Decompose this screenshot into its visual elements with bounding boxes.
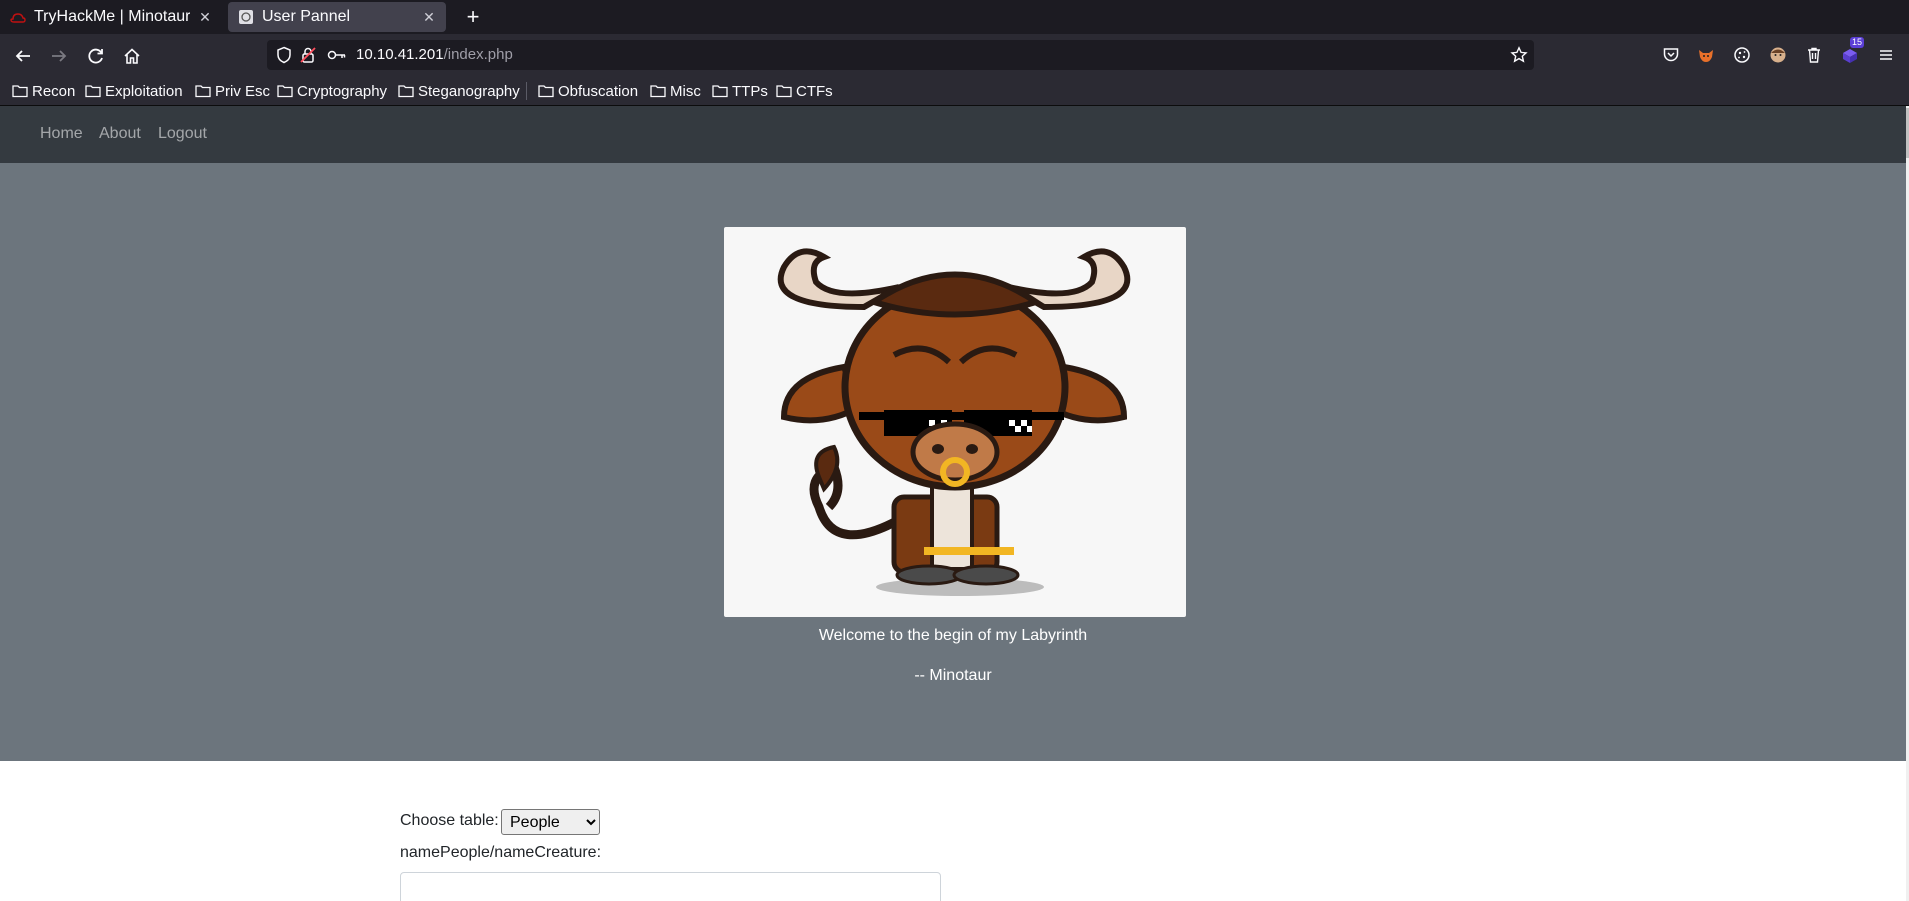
pocket-button[interactable]	[1659, 43, 1683, 67]
fox-extension-icon	[1699, 50, 1713, 62]
nav-link-home[interactable]: Home	[40, 125, 83, 143]
bookmark-label: Steganography	[418, 82, 520, 100]
bookmark-folder-exploitation[interactable]: Exploitation	[85, 81, 183, 101]
forward-arrow-icon	[52, 50, 67, 62]
nav-link-logout[interactable]: Logout	[158, 125, 207, 143]
bookmark-folder-cryptography[interactable]: Cryptography	[277, 81, 387, 101]
extension-avatar-button[interactable]	[1766, 43, 1790, 67]
folder-icon	[398, 85, 414, 98]
trash-icon	[1808, 47, 1820, 63]
folder-icon	[712, 85, 728, 98]
bookmark-folder-ctfs[interactable]: CTFs	[776, 81, 833, 101]
browser-toolbar: 10.10.41.201/index.php 15	[0, 34, 1909, 76]
bookmark-folder-obfuscation[interactable]: Obfuscation	[538, 81, 638, 101]
tryhackme-favicon-icon	[10, 13, 26, 23]
folder-icon	[12, 85, 28, 98]
back-button[interactable]	[9, 42, 37, 70]
url-path: /index.php	[443, 46, 513, 63]
minotaur-illustration	[777, 248, 1131, 596]
extension-trash-button[interactable]	[1802, 43, 1826, 67]
nav-link-about[interactable]: About	[99, 125, 141, 143]
hero-section: Welcome to the begin of my Labyrinth -- …	[0, 163, 1906, 761]
insecure-lock-icon[interactable]	[299, 46, 317, 64]
back-arrow-icon	[15, 50, 30, 62]
tab-user-pannel[interactable]: User Pannel ✕	[228, 2, 446, 32]
folder-icon	[195, 85, 211, 98]
bookmark-separator	[526, 82, 527, 100]
home-button[interactable]	[118, 42, 146, 70]
extension-foxyproxy-button[interactable]	[1694, 43, 1718, 67]
tab-title: TryHackMe | Minotaur's Labyrinth	[34, 8, 190, 25]
bookmark-label: Misc	[670, 82, 701, 100]
bookmark-label: Recon	[32, 82, 76, 100]
folder-icon	[650, 85, 666, 98]
folder-icon	[776, 85, 792, 98]
home-icon	[124, 48, 140, 64]
extension-count-badge: 15	[1850, 37, 1865, 48]
signature-text: -- Minotaur	[914, 667, 992, 684]
extension-cookie-button[interactable]	[1730, 43, 1754, 67]
bookmark-folder-steganography[interactable]: Steganography	[398, 81, 520, 101]
extension-badge-button[interactable]: 15	[1838, 37, 1865, 67]
bookmark-label: Obfuscation	[558, 82, 639, 100]
page-content: Home About Logout Welcome to the begin o…	[0, 106, 1909, 901]
bookmark-label: TTPs	[732, 82, 768, 100]
cube-extension-icon	[1843, 49, 1857, 63]
bookmarks-toolbar: Recon Exploitation Priv Esc Cryptography…	[0, 76, 1909, 106]
minotaur-image	[724, 227, 1186, 617]
forward-button[interactable]	[45, 42, 73, 70]
name-input[interactable]	[400, 872, 941, 901]
reload-button[interactable]	[82, 42, 110, 70]
folder-icon	[85, 85, 101, 98]
new-tab-button[interactable]: +	[459, 3, 487, 31]
bookmark-folder-misc[interactable]: Misc	[650, 81, 701, 101]
bookmark-folder-priv-esc[interactable]: Priv Esc	[195, 81, 270, 101]
bookmark-label: Priv Esc	[215, 82, 271, 100]
url-host: 10.10.41.201	[356, 46, 444, 63]
face-extension-icon	[1770, 47, 1786, 63]
bookmark-star-icon[interactable]	[1510, 46, 1528, 64]
tab-tryhackme[interactable]: TryHackMe | Minotaur's Labyrinth ✕	[0, 0, 222, 34]
close-icon[interactable]: ✕	[198, 9, 212, 26]
tab-title: User Pannel	[262, 8, 351, 25]
folder-icon	[277, 85, 293, 98]
folder-icon	[538, 85, 554, 98]
key-icon[interactable]	[327, 47, 347, 63]
cookie-icon	[1734, 47, 1750, 63]
app-menu-button[interactable]	[1874, 43, 1898, 67]
name-field-label: namePeople/nameCreature:	[400, 844, 602, 861]
bookmark-label: CTFs	[796, 82, 833, 100]
shield-icon[interactable]	[275, 46, 293, 64]
welcome-text: Welcome to the begin of my Labyrinth	[818, 627, 1088, 644]
url-text[interactable]: 10.10.41.201/index.php	[356, 46, 513, 63]
table-select[interactable]: People	[501, 809, 600, 835]
browser-tab-bar: TryHackMe | Minotaur's Labyrinth ✕ User …	[0, 0, 1909, 34]
bookmark-label: Cryptography	[297, 82, 388, 100]
url-bar[interactable]: 10.10.41.201/index.php	[267, 40, 1534, 70]
hamburger-menu-icon	[1880, 50, 1892, 60]
bookmark-folder-ttps[interactable]: TTPs	[712, 81, 768, 101]
pocket-icon	[1663, 48, 1679, 62]
site-navbar: Home About Logout	[0, 106, 1906, 163]
bookmark-label: Exploitation	[105, 82, 183, 100]
choose-table-label: Choose table:	[400, 812, 499, 829]
bookmark-folder-recon[interactable]: Recon	[12, 81, 75, 101]
page-favicon-icon	[239, 10, 253, 24]
reload-icon	[88, 48, 103, 64]
close-icon[interactable]: ✕	[422, 9, 436, 26]
